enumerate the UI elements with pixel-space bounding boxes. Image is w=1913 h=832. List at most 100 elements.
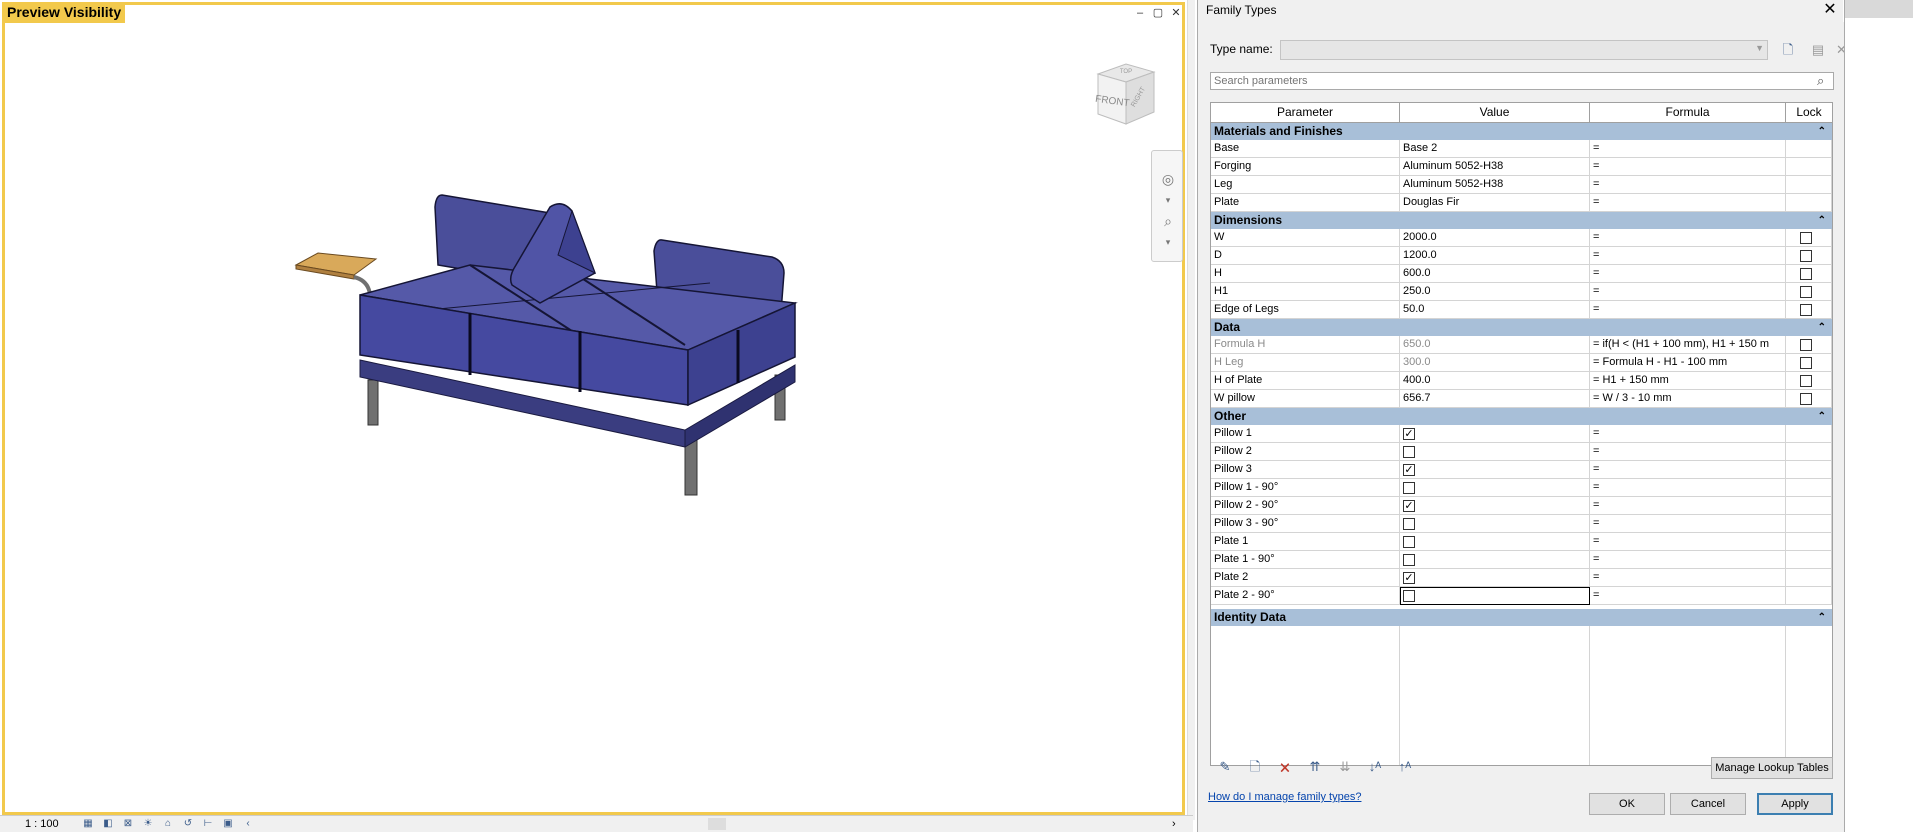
scroll-left-icon[interactable]: ‹ (240, 817, 256, 831)
value-checkbox[interactable]: ✓ (1403, 428, 1415, 440)
parameter-row[interactable]: Pillow 3 - 90° = (1211, 515, 1832, 533)
new-parameter-icon[interactable]: 🗋 (1240, 756, 1270, 778)
parameter-lock[interactable] (1786, 587, 1832, 605)
parameter-formula[interactable]: = (1590, 425, 1786, 443)
parameter-value[interactable]: ✓ (1400, 461, 1590, 479)
render-icon[interactable]: ⌂ (160, 817, 176, 831)
parameter-value[interactable]: 600.0 (1400, 265, 1590, 283)
section-header-identity[interactable]: Identity Data ⌃ (1211, 609, 1832, 626)
parameter-lock[interactable] (1786, 283, 1832, 301)
section-header-materials[interactable]: Materials and Finishes ⌃ (1211, 123, 1832, 140)
parameter-formula[interactable]: = (1590, 551, 1786, 569)
parameter-lock[interactable] (1786, 265, 1832, 283)
parameter-formula[interactable]: = (1590, 479, 1786, 497)
zoom-dropdown-icon[interactable]: ▾ (1157, 237, 1179, 257)
parameter-formula[interactable]: = (1590, 176, 1786, 194)
collapse-icon[interactable]: ⌃ (1818, 212, 1826, 229)
viewcube[interactable]: FRONT TOP RIGHT (1088, 52, 1163, 132)
parameter-value[interactable]: 650.0 (1400, 336, 1590, 354)
parameter-value[interactable]: Douglas Fir (1400, 194, 1590, 212)
hide-crop-icon[interactable]: ▣ (220, 817, 236, 831)
parameter-lock[interactable] (1786, 354, 1832, 372)
parameter-formula[interactable]: = (1590, 533, 1786, 551)
steering-wheel-dropdown-icon[interactable]: ▾ (1157, 195, 1179, 215)
cancel-button[interactable]: Cancel (1670, 793, 1746, 815)
parameter-formula[interactable]: = if(H < (H1 + 100 mm), H1 + 150 m (1590, 336, 1786, 354)
parameter-value[interactable]: 300.0 (1400, 354, 1590, 372)
parameter-lock[interactable] (1786, 515, 1832, 533)
lock-checkbox[interactable] (1800, 286, 1812, 298)
parameter-formula[interactable]: = (1590, 497, 1786, 515)
steering-wheel-icon[interactable]: ◎ (1157, 171, 1179, 191)
parameter-value[interactable]: 250.0 (1400, 283, 1590, 301)
section-header-other[interactable]: Other ⌃ (1211, 408, 1832, 425)
parameter-formula[interactable]: = (1590, 247, 1786, 265)
parameter-formula[interactable]: = (1590, 283, 1786, 301)
parameter-value[interactable] (1400, 587, 1590, 605)
parameter-row[interactable]: Pillow 2 = (1211, 443, 1832, 461)
parameter-row[interactable]: Plate Douglas Fir = (1211, 194, 1832, 212)
parameter-row[interactable]: W 2000.0 = (1211, 229, 1832, 247)
parameter-formula[interactable]: = (1590, 515, 1786, 533)
value-checkbox[interactable]: ✓ (1403, 464, 1415, 476)
parameter-formula[interactable]: = H1 + 150 mm (1590, 372, 1786, 390)
lock-checkbox[interactable] (1800, 250, 1812, 262)
parameter-formula[interactable]: = (1590, 158, 1786, 176)
lock-checkbox[interactable] (1800, 375, 1812, 387)
parameter-lock[interactable] (1786, 479, 1832, 497)
horizontal-scroll-thumb[interactable] (708, 818, 726, 830)
value-checkbox[interactable] (1403, 554, 1415, 566)
collapse-icon[interactable]: ⌃ (1818, 609, 1826, 626)
parameter-lock[interactable] (1786, 229, 1832, 247)
close-icon[interactable]: ✕ (1820, 0, 1840, 20)
parameter-row[interactable]: Plate 1 = (1211, 533, 1832, 551)
parameter-row[interactable]: D 1200.0 = (1211, 247, 1832, 265)
rename-type-icon[interactable]: ▤ (1808, 40, 1828, 60)
parameter-row[interactable]: Edge of Legs 50.0 = (1211, 301, 1832, 319)
parameter-value[interactable]: 50.0 (1400, 301, 1590, 319)
parameter-formula[interactable]: = Formula H - H1 - 100 mm (1590, 354, 1786, 372)
parameter-lock[interactable] (1786, 443, 1832, 461)
parameter-lock[interactable] (1786, 425, 1832, 443)
new-type-icon[interactable]: 🗋 (1778, 40, 1798, 60)
parameter-formula[interactable]: = W / 3 - 10 mm (1590, 390, 1786, 408)
manage-lookup-tables-button[interactable]: Manage Lookup Tables (1711, 757, 1833, 779)
parameter-row[interactable]: Pillow 3 ✓ = (1211, 461, 1832, 479)
parameter-lock[interactable] (1786, 372, 1832, 390)
parameter-row[interactable]: Plate 2 ✓ = (1211, 569, 1832, 587)
sun-path-icon[interactable]: ☀ (140, 817, 156, 831)
parameter-value[interactable]: 400.0 (1400, 372, 1590, 390)
column-header-parameter[interactable]: Parameter (1211, 103, 1400, 123)
shadows-icon[interactable]: ⊠ (120, 817, 136, 831)
move-down-icon[interactable]: ⇊ (1330, 756, 1360, 778)
value-checkbox[interactable]: ✓ (1403, 572, 1415, 584)
preview-viewport[interactable]: Preview Visibility – ▢ ✕ FRONT TOP RIGHT… (0, 0, 1195, 832)
zoom-icon[interactable]: ⌕ (1157, 213, 1179, 233)
sort-ascending-icon[interactable]: ↓ᴬ (1360, 756, 1390, 778)
parameter-lock[interactable] (1786, 176, 1832, 194)
column-header-formula[interactable]: Formula (1590, 103, 1786, 123)
search-input[interactable] (1210, 72, 1834, 90)
parameter-row[interactable]: H1 250.0 = (1211, 283, 1832, 301)
parameter-value[interactable] (1400, 515, 1590, 533)
search-icon[interactable]: ⌕ (1817, 73, 1824, 89)
collapse-icon[interactable]: ⌃ (1818, 319, 1826, 336)
value-checkbox[interactable] (1403, 518, 1415, 530)
lock-checkbox[interactable] (1800, 393, 1812, 405)
parameter-formula[interactable]: = (1590, 229, 1786, 247)
parameter-lock[interactable] (1786, 336, 1832, 354)
parameter-formula[interactable]: = (1590, 443, 1786, 461)
parameter-row[interactable]: Base Base 2 = (1211, 140, 1832, 158)
help-link[interactable]: How do I manage family types? (1208, 791, 1361, 803)
parameter-lock[interactable] (1786, 301, 1832, 319)
viewport-vertical-scrollbar[interactable] (1187, 0, 1195, 820)
section-header-dimensions[interactable]: Dimensions ⌃ (1211, 212, 1832, 229)
parameter-row[interactable]: Forging Aluminum 5052-H38 = (1211, 158, 1832, 176)
parameter-row[interactable]: H of Plate 400.0 = H1 + 150 mm (1211, 372, 1832, 390)
close-icon[interactable]: ✕ (1169, 6, 1183, 20)
value-checkbox[interactable] (1403, 536, 1415, 548)
collapse-icon[interactable]: ⌃ (1818, 123, 1826, 140)
parameter-row[interactable]: Plate 2 - 90° = (1211, 587, 1832, 605)
parameter-value[interactable] (1400, 479, 1590, 497)
parameter-formula[interactable]: = (1590, 194, 1786, 212)
